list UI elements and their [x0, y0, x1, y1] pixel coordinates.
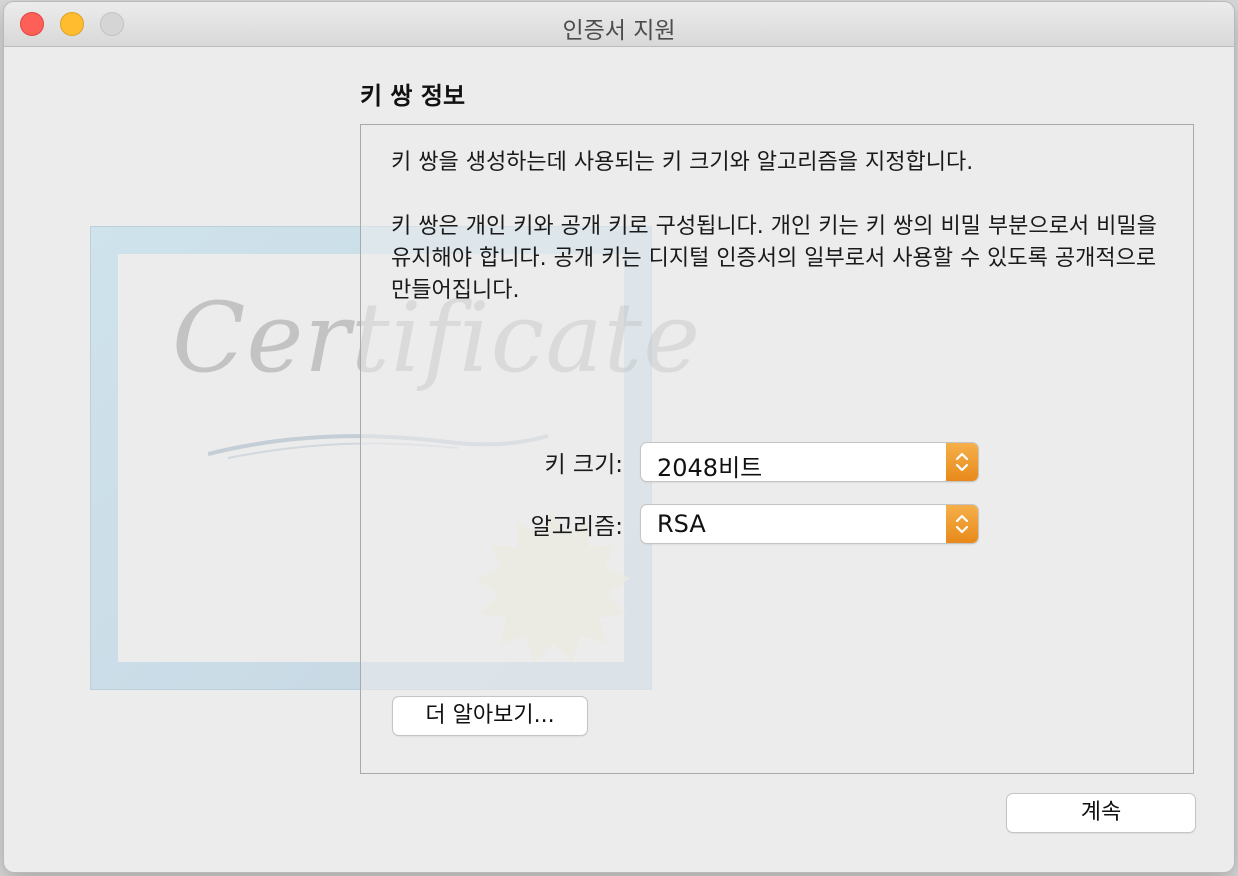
- certificate-assistant-window: 인증서 지원 Certificate 키 쌍 정보 키 쌍을 생성하는데 사용되…: [4, 2, 1234, 872]
- key-size-label: 키 크기:: [544, 452, 623, 478]
- algorithm-stepper[interactable]: [946, 505, 978, 543]
- title-bar[interactable]: 인증서 지원: [4, 2, 1234, 47]
- section-title: 키 쌍 정보: [360, 82, 466, 110]
- continue-button[interactable]: 계속: [1007, 794, 1195, 832]
- description-paragraph-1: 키 쌍을 생성하는데 사용되는 키 크기와 알고리즘을 지정합니다.: [391, 150, 974, 175]
- learn-more-button[interactable]: 더 알아보기...: [393, 697, 587, 735]
- key-size-stepper[interactable]: [946, 443, 978, 481]
- key-size-value: 2048비트: [657, 454, 763, 482]
- up-down-chevron-icon: [955, 452, 969, 472]
- up-down-chevron-icon: [955, 514, 969, 534]
- algorithm-label: 알고리즘:: [530, 514, 623, 540]
- window-title: 인증서 지원: [562, 18, 676, 44]
- key-size-popup[interactable]: 2048비트: [641, 443, 978, 482]
- description-paragraph-2: 키 쌍은 개인 키와 공개 키로 구성됩니다. 개인 키는 키 쌍의 비밀 부분…: [391, 214, 1157, 303]
- algorithm-popup[interactable]: RSA: [641, 505, 978, 543]
- algorithm-value: RSA: [657, 510, 706, 538]
- key-pair-info-panel: 키 쌍을 생성하는데 사용되는 키 크기와 알고리즘을 지정합니다. 키 쌍은 …: [360, 124, 1194, 774]
